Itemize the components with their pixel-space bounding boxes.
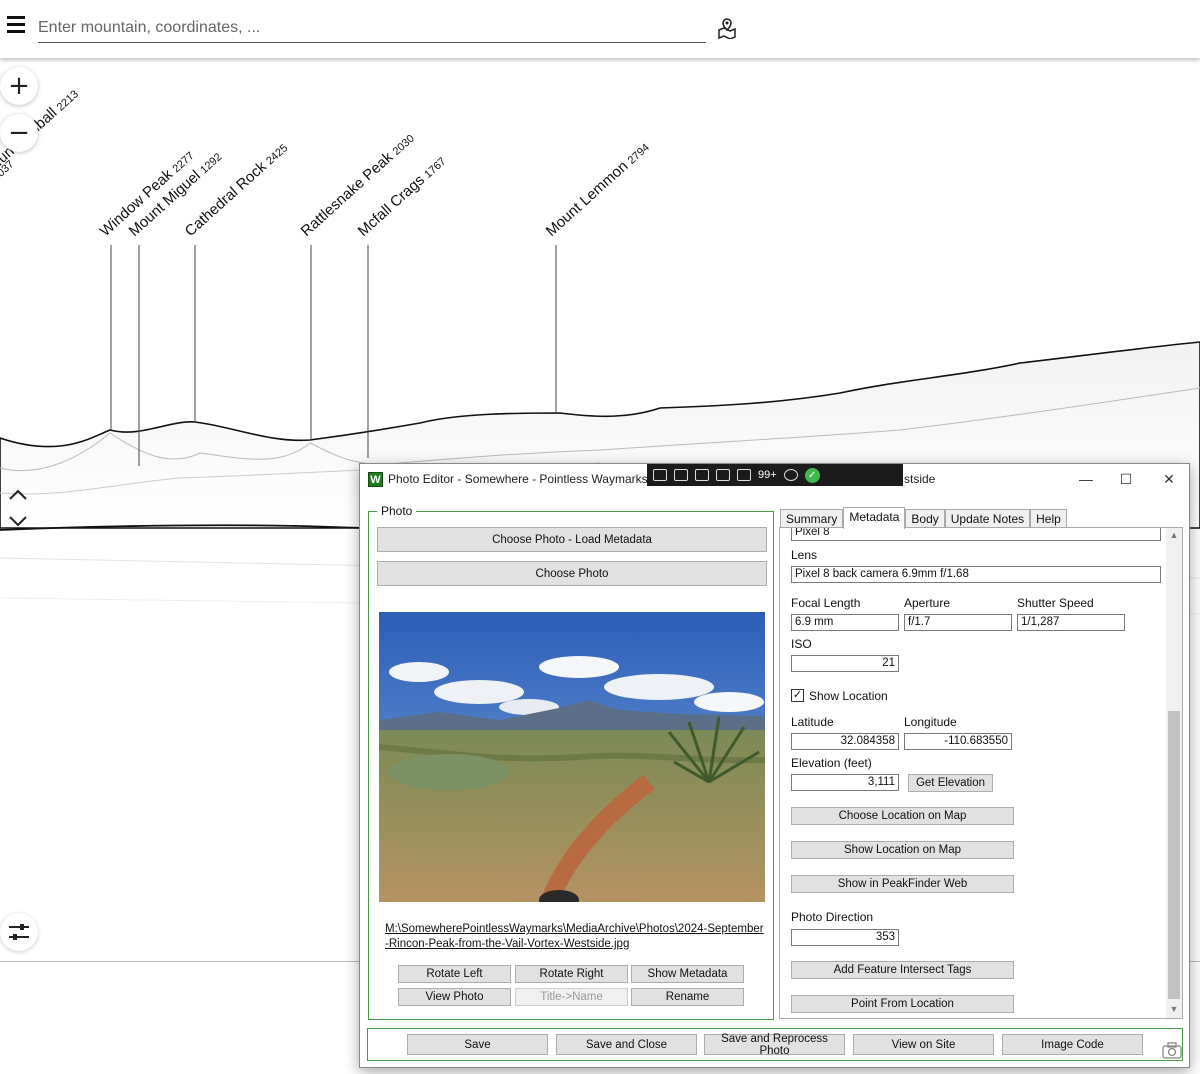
image-code-button[interactable]: Image Code xyxy=(1002,1034,1143,1055)
camera-model-field[interactable]: Pixel 8 xyxy=(791,528,1161,541)
aperture-field[interactable]: f/1.7 xyxy=(904,614,1012,631)
choose-photo-button[interactable]: Choose Photo xyxy=(377,561,767,586)
choose-photo-load-metadata-button[interactable]: Choose Photo - Load Metadata xyxy=(377,527,767,552)
window-titlebar[interactable]: W Photo Editor - Somewhere - Pointless W… xyxy=(360,464,1189,494)
title-to-name-button[interactable]: Title->Name xyxy=(515,988,628,1006)
show-location-checkbox[interactable]: ✓ xyxy=(791,689,804,702)
latitude-field[interactable]: 32.084358 xyxy=(791,733,899,750)
scroll-down-icon[interactable]: ▼ xyxy=(1169,1004,1179,1014)
shutter-speed-label: Shutter Speed xyxy=(1017,596,1094,610)
tab-metadata[interactable]: Metadata xyxy=(843,507,906,529)
photo-preview[interactable] xyxy=(379,612,765,902)
metadata-scrollbar[interactable]: ▲ ▼ xyxy=(1166,528,1182,1018)
screen-capture-toolbar: 99+ ✓ xyxy=(647,464,903,486)
hamburger-menu-icon[interactable] xyxy=(7,16,25,34)
show-metadata-button[interactable]: Show Metadata xyxy=(631,965,744,983)
get-elevation-button[interactable]: Get Elevation xyxy=(908,774,993,792)
photo-landscape-image xyxy=(379,612,765,902)
bottom-action-bar: Save Save and Close Save and Reprocess P… xyxy=(367,1028,1183,1061)
save-and-reprocess-button[interactable]: Save and Reprocess Photo xyxy=(704,1033,845,1057)
lens-field[interactable]: Pixel 8 back camera 6.9mm f/1.68 xyxy=(791,566,1161,583)
lens-label: Lens xyxy=(791,548,818,562)
photo-file-path-link[interactable]: M:\SomewherePointlessWaymarks\MediaArchi… xyxy=(385,922,765,952)
show-location-label: Show Location xyxy=(809,689,888,703)
app-logo-icon: W xyxy=(368,472,383,487)
chevron-down-icon[interactable] xyxy=(6,514,30,528)
accessibility-icon[interactable] xyxy=(783,469,798,481)
scroll-thumb[interactable] xyxy=(1168,711,1180,999)
photo-editor-window: W Photo Editor - Somewhere - Pointless W… xyxy=(359,463,1190,1068)
add-feature-intersect-tags-button[interactable]: Add Feature Intersect Tags xyxy=(791,961,1014,979)
elevation-label: Elevation (feet) xyxy=(791,756,872,770)
window-title: Photo Editor - Somewhere - Pointless Way… xyxy=(388,472,672,486)
longitude-field[interactable]: -110.683550 xyxy=(904,733,1012,750)
rotate-right-button[interactable]: Rotate Right xyxy=(515,965,628,983)
tab-help[interactable]: Help xyxy=(1030,509,1067,529)
metadata-panel: Pixel 8 Lens Pixel 8 back camera 6.9mm f… xyxy=(779,527,1183,1019)
tab-body[interactable]: Body xyxy=(905,509,945,529)
check-icon[interactable]: ✓ xyxy=(804,467,820,483)
view-photo-button[interactable]: View Photo xyxy=(398,988,511,1006)
longitude-label: Longitude xyxy=(904,715,957,729)
window-title-suffix: stside xyxy=(904,472,936,486)
photo-group-label: Photo xyxy=(377,504,417,518)
maximize-button[interactable]: ☐ xyxy=(1116,469,1136,489)
camera-icon[interactable] xyxy=(1161,1041,1183,1061)
zoom-in-button[interactable]: + xyxy=(0,67,38,105)
pointer-icon[interactable] xyxy=(695,469,709,481)
tab-update-notes[interactable]: Update Notes xyxy=(944,509,1031,529)
zoom-out-button[interactable]: − xyxy=(0,114,38,152)
rotate-left-button[interactable]: Rotate Left xyxy=(398,965,511,983)
video-icon[interactable] xyxy=(674,469,688,481)
map-pin-icon[interactable] xyxy=(716,17,738,39)
choose-location-on-map-button[interactable]: Choose Location on Map xyxy=(791,807,1014,825)
save-and-close-button[interactable]: Save and Close xyxy=(556,1034,697,1055)
shutter-speed-field[interactable]: 1/1,287 xyxy=(1017,614,1125,631)
close-button[interactable]: ✕ xyxy=(1159,469,1179,489)
show-in-peakfinder-button[interactable]: Show in PeakFinder Web xyxy=(791,875,1014,893)
latitude-label: Latitude xyxy=(791,715,834,729)
settings-sliders-button[interactable] xyxy=(0,913,38,951)
photo-direction-field[interactable]: 353 xyxy=(791,929,899,946)
iso-label: ISO xyxy=(791,637,812,651)
photo-direction-label: Photo Direction xyxy=(791,910,874,924)
show-location-on-map-button[interactable]: Show Location on Map xyxy=(791,841,1014,859)
tab-summary[interactable]: Summary xyxy=(780,509,844,529)
focal-length-label: Focal Length xyxy=(791,596,861,610)
sliders-icon xyxy=(9,924,29,940)
photo-group: Photo Choose Photo - Load Metadata Choos… xyxy=(368,504,774,1020)
view-on-site-button[interactable]: View on Site xyxy=(853,1034,994,1055)
notification-badge[interactable]: 99+ xyxy=(758,469,777,481)
point-from-location-button[interactable]: Point From Location xyxy=(791,995,1014,1013)
save-button[interactable]: Save xyxy=(407,1034,548,1055)
window-select-icon[interactable] xyxy=(716,469,730,481)
top-search-bar xyxy=(0,0,1200,58)
search-input[interactable] xyxy=(38,14,706,43)
minimize-button[interactable]: — xyxy=(1076,469,1096,489)
focal-length-field[interactable]: 6.9 mm xyxy=(791,614,899,631)
region-icon[interactable] xyxy=(737,469,751,481)
chevron-up-icon[interactable] xyxy=(6,488,30,502)
iso-field[interactable]: 21 xyxy=(791,655,899,672)
aperture-label: Aperture xyxy=(904,596,951,610)
rename-button[interactable]: Rename xyxy=(631,988,744,1006)
elevation-field[interactable]: 3,111 xyxy=(791,774,899,791)
capture-icon[interactable] xyxy=(653,469,667,481)
scroll-up-icon[interactable]: ▲ xyxy=(1169,530,1179,540)
editor-tabs: Summary Metadata Body Update Notes Help xyxy=(780,507,1067,529)
